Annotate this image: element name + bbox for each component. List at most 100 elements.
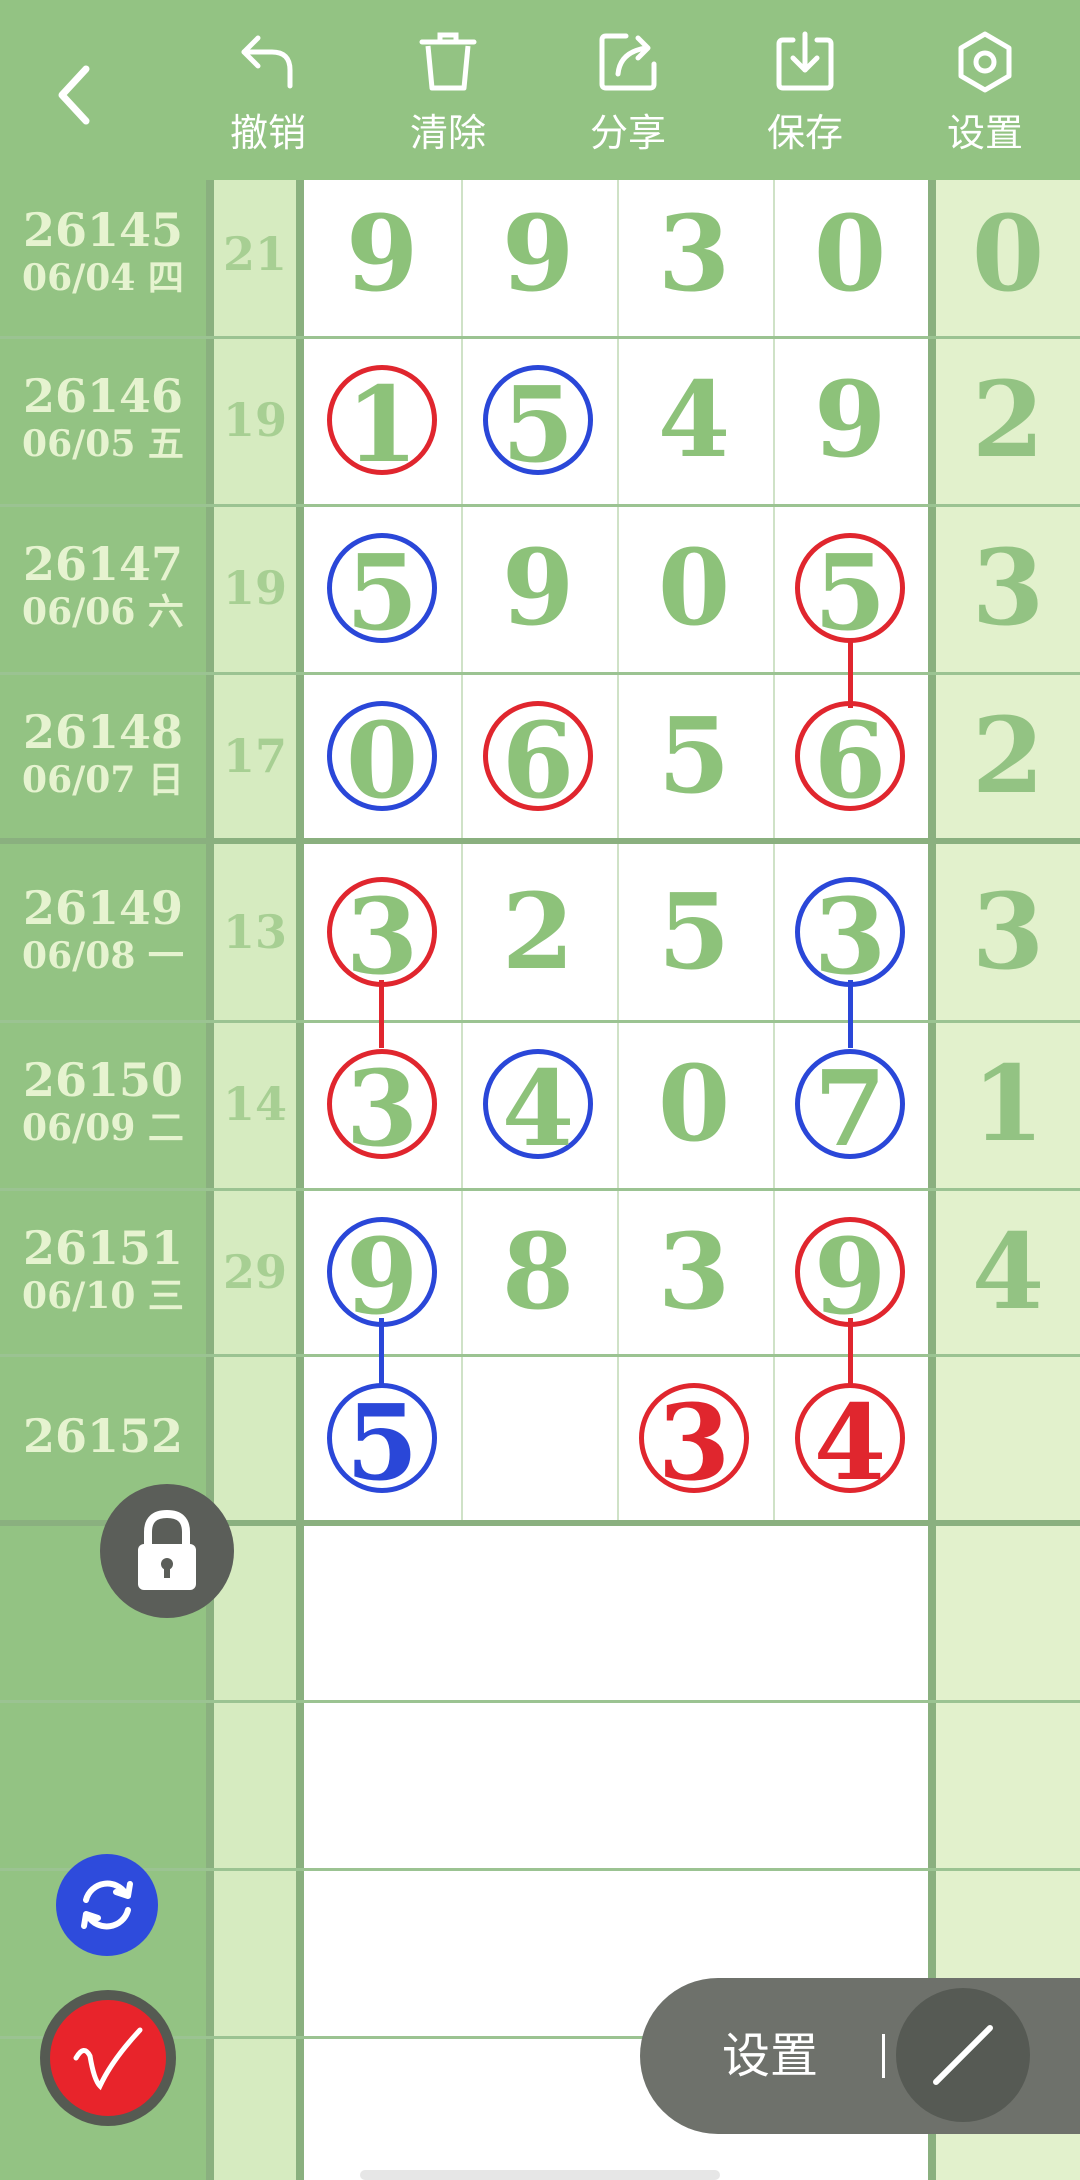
back-icon — [58, 65, 90, 125]
lock-icon — [138, 1509, 196, 1590]
pen-icon — [73, 2027, 143, 2091]
digit-cell-circled[interactable]: 6 — [483, 701, 593, 816]
issue-cell: 26152 — [0, 1410, 206, 1462]
issue-number: 26151 — [22, 1221, 184, 1275]
issue-cell: 26149 06/08 一 — [0, 882, 206, 978]
issue-number: 26145 — [22, 203, 184, 257]
pen-color-swatch — [50, 2000, 166, 2116]
sum-cell: 21 — [222, 227, 287, 281]
issue-date: 06/08 一 — [22, 935, 184, 977]
issue-date: 06/05 五 — [22, 423, 184, 465]
digit-cell-circled[interactable]: 5 — [327, 1383, 437, 1498]
digit-cell[interactable]: 4 — [639, 365, 749, 475]
last-digit-cell: 4 — [971, 1210, 1045, 1333]
digit-cell-circled[interactable]: 3 — [327, 877, 437, 992]
share-label: 分享 — [589, 111, 666, 155]
table-row: 26148 06/07 日 17 0 6 5 6 2 — [0, 672, 1080, 840]
table-row: 26149 06/08 一 13 3 2 5 3 3 — [0, 848, 1080, 1016]
digit-cell-circled[interactable]: 9 — [327, 1217, 437, 1332]
digit-cell[interactable] — [483, 1383, 593, 1493]
digit-cell[interactable]: 8 — [483, 1217, 593, 1327]
sum-cell: 19 — [222, 393, 287, 447]
digit-cell[interactable]: 5 — [639, 701, 749, 811]
digit-cell-circled[interactable]: 5 — [483, 365, 593, 480]
trash-icon — [419, 32, 477, 91]
separator — [882, 2034, 885, 2078]
last-digit-cell: 0 — [971, 192, 1045, 315]
issue-number: 26149 — [22, 881, 184, 935]
digit-cell-circled[interactable]: 4 — [795, 1383, 905, 1498]
refresh-button[interactable] — [56, 1854, 158, 1956]
undo-label: 撤销 — [229, 111, 306, 155]
digit-cell[interactable]: 9 — [327, 199, 437, 309]
issue-date: 06/04 四 — [22, 257, 184, 299]
issue-number: 26148 — [22, 705, 184, 759]
issue-number: 26147 — [22, 537, 184, 591]
settings-button[interactable]: 设置 — [920, 0, 1050, 180]
issue-cell: 26145 06/04 四 — [0, 204, 206, 300]
digit-cell[interactable]: 9 — [483, 533, 593, 643]
digit-cell-circled[interactable]: 5 — [795, 533, 905, 648]
row-divider — [0, 1700, 1080, 1703]
refresh-icon — [81, 1880, 133, 1930]
digit-cell-circled[interactable]: 0 — [327, 701, 437, 816]
issue-date: 06/07 日 — [22, 759, 184, 801]
issue-date: 06/06 六 — [22, 591, 184, 633]
issue-number: 26146 — [22, 369, 184, 423]
issue-cell: 26146 06/05 五 — [0, 370, 206, 466]
issue-cell: 26150 06/09 二 — [0, 1054, 206, 1150]
sum-cell: 14 — [222, 1077, 287, 1131]
digit-cell-circled[interactable]: 3 — [639, 1383, 749, 1498]
last-digit-cell: 2 — [971, 358, 1045, 481]
issue-cell: 26148 06/07 日 — [0, 706, 206, 802]
table-row: 26151 06/10 三 29 9 8 3 9 4 — [0, 1188, 1080, 1356]
issue-date: 06/10 三 — [22, 1275, 184, 1317]
save-label: 保存 — [766, 111, 843, 155]
digit-cell-circled[interactable]: 3 — [795, 877, 905, 992]
digit-cell-circled[interactable]: 4 — [483, 1049, 593, 1164]
digit-cell-circled[interactable]: 9 — [795, 1217, 905, 1332]
issue-number: 26150 — [22, 1053, 184, 1107]
sum-cell: 17 — [222, 729, 287, 783]
pen-button[interactable] — [40, 1990, 176, 2126]
digit-cell[interactable]: 3 — [639, 199, 749, 309]
last-digit-cell: 3 — [971, 870, 1045, 993]
sum-cell: 29 — [222, 1245, 287, 1299]
clear-label: 清除 — [409, 111, 486, 155]
digit-cell-circled[interactable]: 5 — [327, 533, 437, 648]
digit-cell[interactable]: 0 — [639, 1049, 749, 1159]
digit-cell[interactable]: 5 — [639, 877, 749, 987]
clear-button[interactable]: 清除 — [383, 0, 513, 180]
last-digit-cell: 3 — [971, 526, 1045, 649]
digit-cell[interactable]: 0 — [795, 199, 905, 309]
digit-cell-circled[interactable]: 3 — [327, 1049, 437, 1164]
digit-cell-circled[interactable]: 6 — [795, 701, 905, 816]
line-icon — [933, 2025, 993, 2085]
digit-cell-circled[interactable]: 7 — [795, 1049, 905, 1164]
back-button[interactable] — [40, 55, 120, 135]
save-button[interactable]: 保存 — [740, 0, 870, 180]
undo-icon — [241, 35, 293, 89]
settings-label: 设置 — [946, 111, 1023, 155]
digit-cell[interactable]: 2 — [483, 877, 593, 987]
lock-button[interactable] — [100, 1484, 234, 1618]
line-tool-button[interactable] — [896, 1988, 1030, 2122]
sum-cell: 13 — [222, 905, 287, 959]
digit-cell[interactable]: 9 — [795, 365, 905, 475]
toolbar: 撤销 清除 分享 保存 设置 — [0, 0, 1080, 180]
digit-cell[interactable]: 3 — [639, 1217, 749, 1327]
home-indicator — [360, 2170, 720, 2180]
settings-icon — [958, 31, 1012, 93]
table-row: 26147 06/06 六 19 5 9 0 5 3 — [0, 504, 1080, 672]
digit-cell[interactable]: 9 — [483, 199, 593, 309]
table-row: 26145 06/04 四 21 9 9 3 0 0 — [0, 170, 1080, 338]
save-icon — [776, 31, 834, 91]
issue-cell: 26147 06/06 六 — [0, 538, 206, 634]
row-divider — [0, 1868, 1080, 1871]
sum-cell: 19 — [222, 561, 287, 615]
undo-button[interactable]: 撤销 — [203, 0, 333, 180]
digit-cell-circled[interactable]: 1 — [327, 365, 437, 480]
digit-cell[interactable]: 0 — [639, 533, 749, 643]
share-button[interactable]: 分享 — [563, 0, 693, 180]
draw-settings-button[interactable]: 设置 — [722, 1978, 818, 2134]
